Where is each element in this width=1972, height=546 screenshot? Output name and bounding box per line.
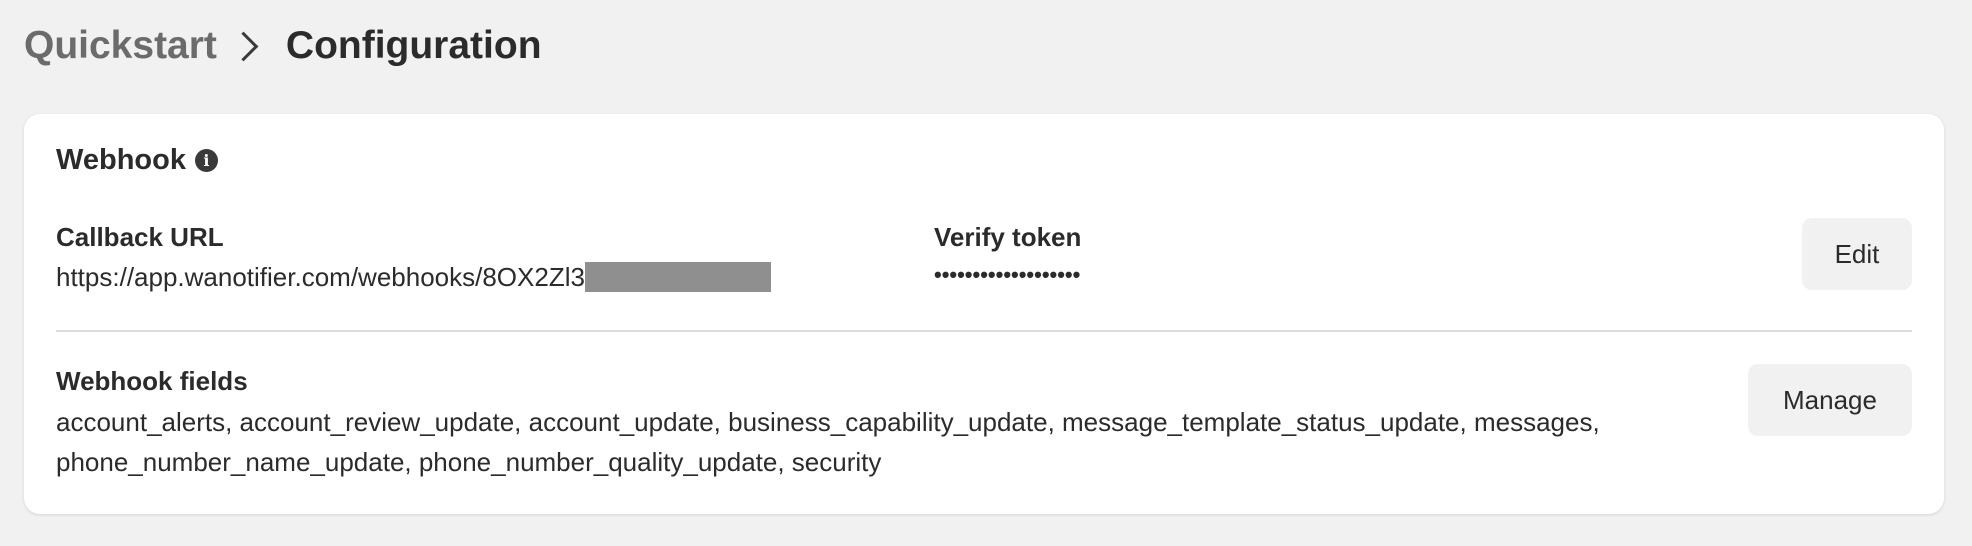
callback-url-label: Callback URL [56,222,224,252]
webhook-title-text: Webhook [56,144,186,176]
verify-token-label: Verify token [934,222,1082,252]
webhook-fields-label: Webhook fields [56,366,248,396]
callback-url-value: https://app.wanotifier.com/webhooks/8OX2… [56,262,771,294]
verify-token-value: ••••••••••••••••••• [934,262,1081,287]
breadcrumb: Quickstart Configuration [24,18,542,74]
webhook-section-title: Webhook i [56,144,218,177]
webhook-fields-value: account_alerts, account_review_update, a… [56,407,1600,477]
page-title: Configuration [285,24,542,67]
webhook-card: Webhook i Callback URL https://app.wanot… [24,114,1944,514]
edit-button[interactable]: Edit [1802,218,1912,290]
divider [56,330,1912,332]
breadcrumb-quickstart-link[interactable]: Quickstart [24,24,217,68]
redaction-block [584,262,771,293]
manage-button[interactable]: Manage [1748,364,1912,436]
callback-url-text: https://app.wanotifier.com/webhooks/8OX2… [56,262,585,292]
info-icon[interactable]: i [194,149,218,172]
chevron-right-icon [228,31,259,61]
